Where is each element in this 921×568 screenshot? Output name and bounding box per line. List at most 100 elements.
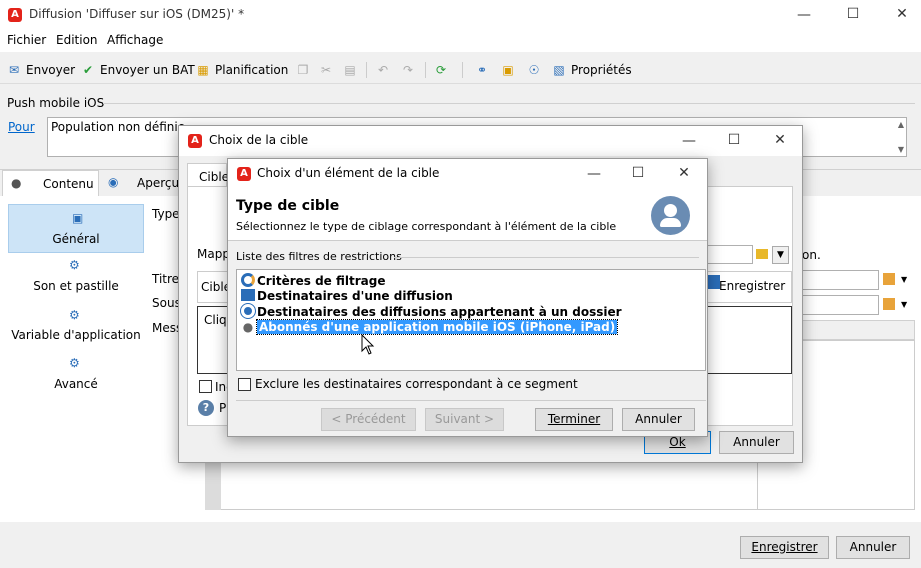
gift-button[interactable]: ▣ [500,61,520,79]
cancel-button[interactable]: Annuler [622,408,695,431]
window-title: Diffusion 'Diffuser sur iOS (DM25)' * [29,7,245,21]
list-item[interactable]: Destinataires des diffusions appartenant… [237,303,705,319]
dialog-title: Choix de la cible [209,133,309,147]
chevron-down-icon[interactable]: ▼ [772,246,789,264]
minimize-icon[interactable]: — [586,166,602,182]
chevron-down-icon[interactable]: ▼ [901,275,907,284]
menu-fichier[interactable]: Fichier [7,33,46,47]
next-button[interactable]: Suivant > [425,408,504,431]
sidebar-item-variable[interactable]: ⚙ Variable d'application [8,308,144,348]
close-icon[interactable]: ✕ [772,132,788,148]
mapping-input[interactable] [706,245,753,264]
send-bat-button[interactable]: ✔ Envoyer un BAT [80,61,195,79]
close-icon[interactable]: ✕ [676,165,692,181]
ok-label: Ok [669,435,686,449]
redo-button[interactable]: ↷ [400,61,420,79]
help-icon[interactable]: ? [198,400,214,416]
toolbar: ✉ Envoyer ✔ Envoyer un BAT ▦ Planification … [0,56,921,84]
titre-input[interactable] [795,270,879,290]
send-bat-label: Envoyer un BAT [100,63,195,77]
cancel-button[interactable]: Annuler [836,536,910,559]
section-divider [394,257,699,258]
pour-link[interactable]: Pour [8,120,35,134]
dialog-subheading: Sélectionnez le type de ciblage correspo… [236,220,617,233]
app-logo-icon: A [237,167,251,181]
element-choice-dialog: A Choix d'un élément de la cible — ☐ ✕ T… [227,158,708,437]
scroll-down-icon[interactable]: ▼ [898,145,904,154]
help-label: P [219,401,227,415]
sidebar-item-avance[interactable]: ⚙ Avancé [8,356,144,396]
previous-button[interactable]: < Précédent [321,408,416,431]
message-body[interactable] [205,462,758,510]
schedule-button[interactable]: ▦ Planification [195,61,288,79]
filter-icon [241,273,255,287]
gift-icon: ▣ [502,63,514,77]
folder-delivery-icon [240,303,256,319]
target-button[interactable]: ☉ [526,61,546,79]
paste-icon: ▤ [344,63,356,77]
dialog-title-bar: A Choix d'un élément de la cible — ☐ ✕ [228,159,707,189]
list-item[interactable]: Critères de filtrage [237,273,705,288]
undo-button[interactable]: ↶ [375,61,395,79]
redo-icon: ↷ [402,63,414,77]
paste-button[interactable]: ▤ [342,61,362,79]
apple-icon: ● [11,176,22,190]
app-logo-icon: A [188,134,202,148]
scroll-up-icon[interactable]: ▲ [898,120,904,129]
minimize-icon[interactable]: — [681,133,697,149]
list-item-selected[interactable]: ● Abonnés d'une application mobile iOS (… [237,319,705,335]
dialog-header: Type de cible Sélectionnez le type de ci… [228,189,707,241]
personalize-icon[interactable] [883,273,895,285]
gear-icon: ⚙ [69,356,80,370]
tab-cible[interactable]: Cible [187,163,229,187]
close-icon[interactable]: ✕ [894,6,910,22]
sidebar-item-general[interactable]: ▣ Général [8,204,144,253]
sous-titre-input[interactable] [795,295,879,315]
on-text: on. [802,248,821,262]
link-button[interactable]: ⚭ [474,61,494,79]
tab-apercu[interactable]: ◉ Aperçu [104,170,184,196]
refresh-icon: ⟳ [435,63,447,77]
tab-contenu[interactable]: ● Contenu [2,170,99,196]
maximize-icon[interactable]: ☐ [630,165,646,181]
maximize-icon[interactable]: ☐ [845,6,861,22]
dialog-heading: Type de cible [236,198,340,214]
eye-icon: ◉ [108,175,119,189]
cancel-button[interactable]: Annuler [719,431,794,454]
menu-edition[interactable]: Edition [56,33,98,47]
save-label[interactable]: Enregistrer [719,279,785,293]
list-item[interactable]: Destinataires d'une diffusion [237,288,705,303]
minimize-icon[interactable]: — [796,7,812,23]
envelope-icon: ✉ [8,63,20,77]
save-button[interactable]: Enregistrer [740,536,829,559]
dialog-title: Choix d'un élément de la cible [257,166,440,180]
properties-label: Propriétés [571,63,632,77]
population-text: Population non définie [51,120,186,134]
sidebar-item-son[interactable]: ⚙ Son et pastille [8,258,144,298]
menu-affichage[interactable]: Affichage [107,33,163,47]
filter-list[interactable]: Critères de filtrage Destinataires d'une… [236,269,706,371]
list-item-label: Destinataires d'une diffusion [257,289,453,303]
cancel-label: Annuler [849,540,897,554]
copy-button[interactable]: ❐ [295,61,315,79]
maximize-icon[interactable]: ☐ [726,132,742,148]
document-icon: ▣ [72,211,84,225]
folder-icon[interactable] [756,249,768,259]
cut-button[interactable]: ✂ [318,61,338,79]
refresh-button[interactable]: ⟳ [433,61,453,79]
include-checkbox[interactable] [199,380,212,393]
finish-label: Terminer [547,412,601,426]
chevron-down-icon[interactable]: ▼ [901,300,907,309]
previous-label: < Précédent [331,412,406,426]
personalize-icon[interactable] [883,298,895,310]
scrollbar[interactable] [205,462,221,510]
titre-label: Titre [152,272,180,286]
schedule-label: Planification [215,63,289,77]
save-label: Enregistrer [751,540,818,554]
send-button[interactable]: ✉ Envoyer [6,61,75,79]
user-icon [651,196,690,235]
sidebar-item-variable-label: Variable d'application [11,328,141,342]
exclude-checkbox[interactable] [238,378,251,391]
finish-button[interactable]: Terminer [535,408,613,431]
properties-button[interactable]: ▧ Propriétés [551,61,632,79]
